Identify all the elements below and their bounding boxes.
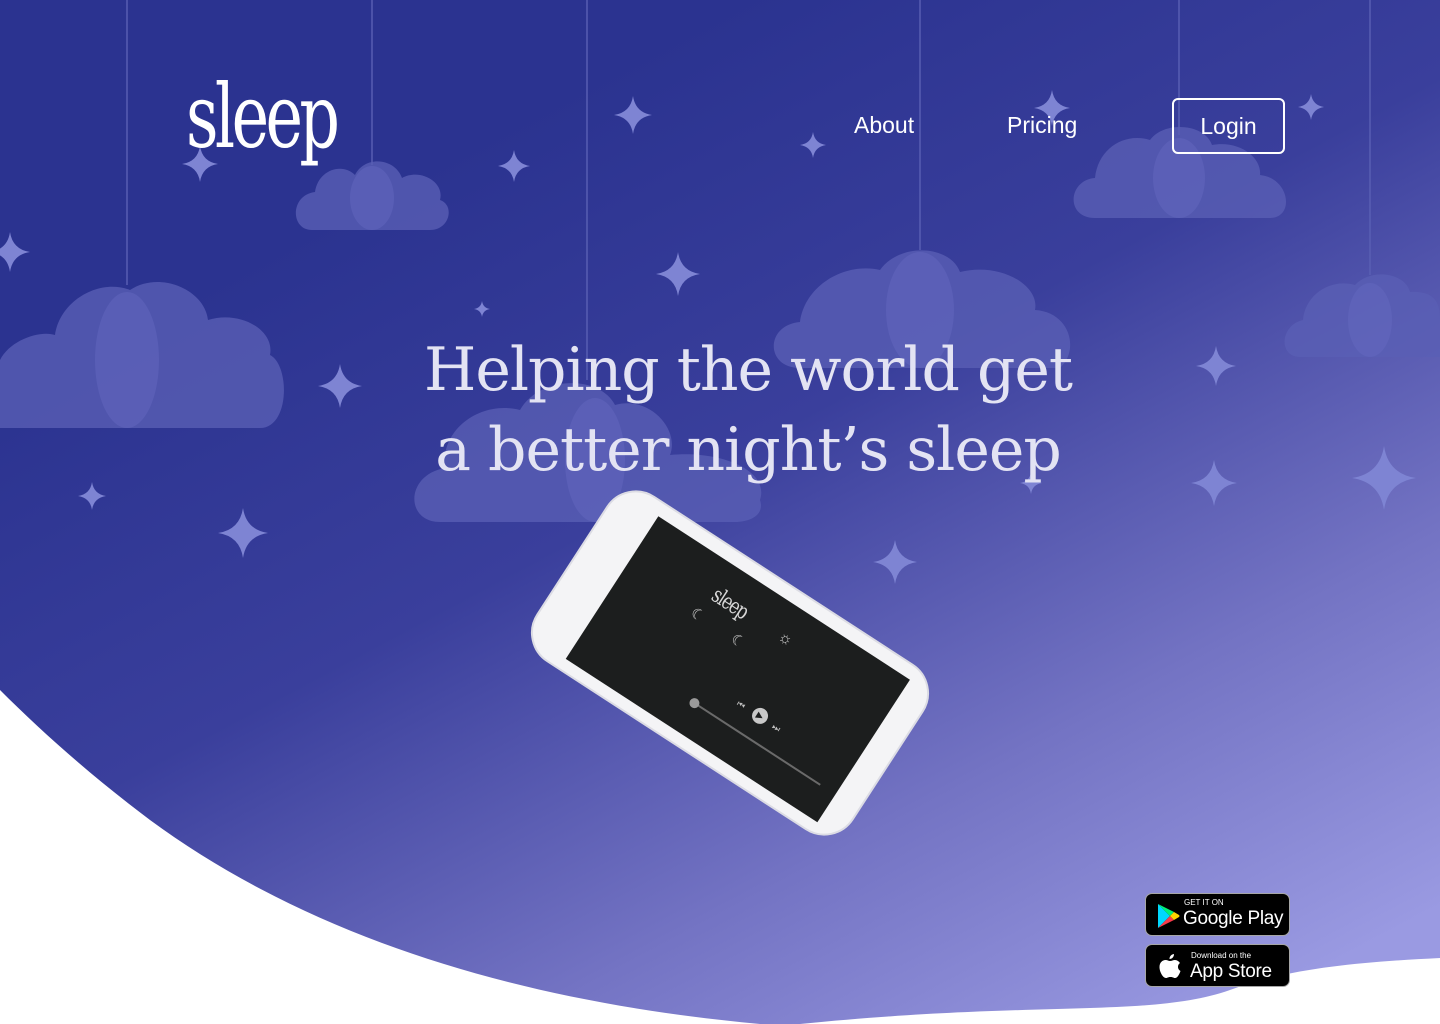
- nav-pricing-link[interactable]: Pricing: [1007, 108, 1077, 142]
- login-button[interactable]: Login: [1172, 98, 1285, 154]
- hero-headline-line-2: a better night’s sleep: [435, 415, 1062, 485]
- app-store-big-text: App Store: [1190, 961, 1272, 982]
- google-play-badge[interactable]: GET IT ON Google Play: [1145, 893, 1290, 936]
- hero-headline-line-1: Helping the world get: [424, 335, 1073, 405]
- google-play-small-text: GET IT ON: [1184, 898, 1224, 907]
- google-play-icon: [1158, 904, 1180, 928]
- hero-headline: Helping the world get a better night’s s…: [360, 330, 1136, 490]
- app-store-badge[interactable]: Download on the App Store: [1145, 944, 1290, 987]
- nav-about-link[interactable]: About: [854, 108, 914, 142]
- google-play-big-text: Google Play: [1183, 908, 1284, 929]
- apple-icon: [1159, 954, 1181, 978]
- app-store-small-text: Download on the: [1191, 951, 1252, 960]
- logo[interactable]: sleep: [186, 62, 340, 172]
